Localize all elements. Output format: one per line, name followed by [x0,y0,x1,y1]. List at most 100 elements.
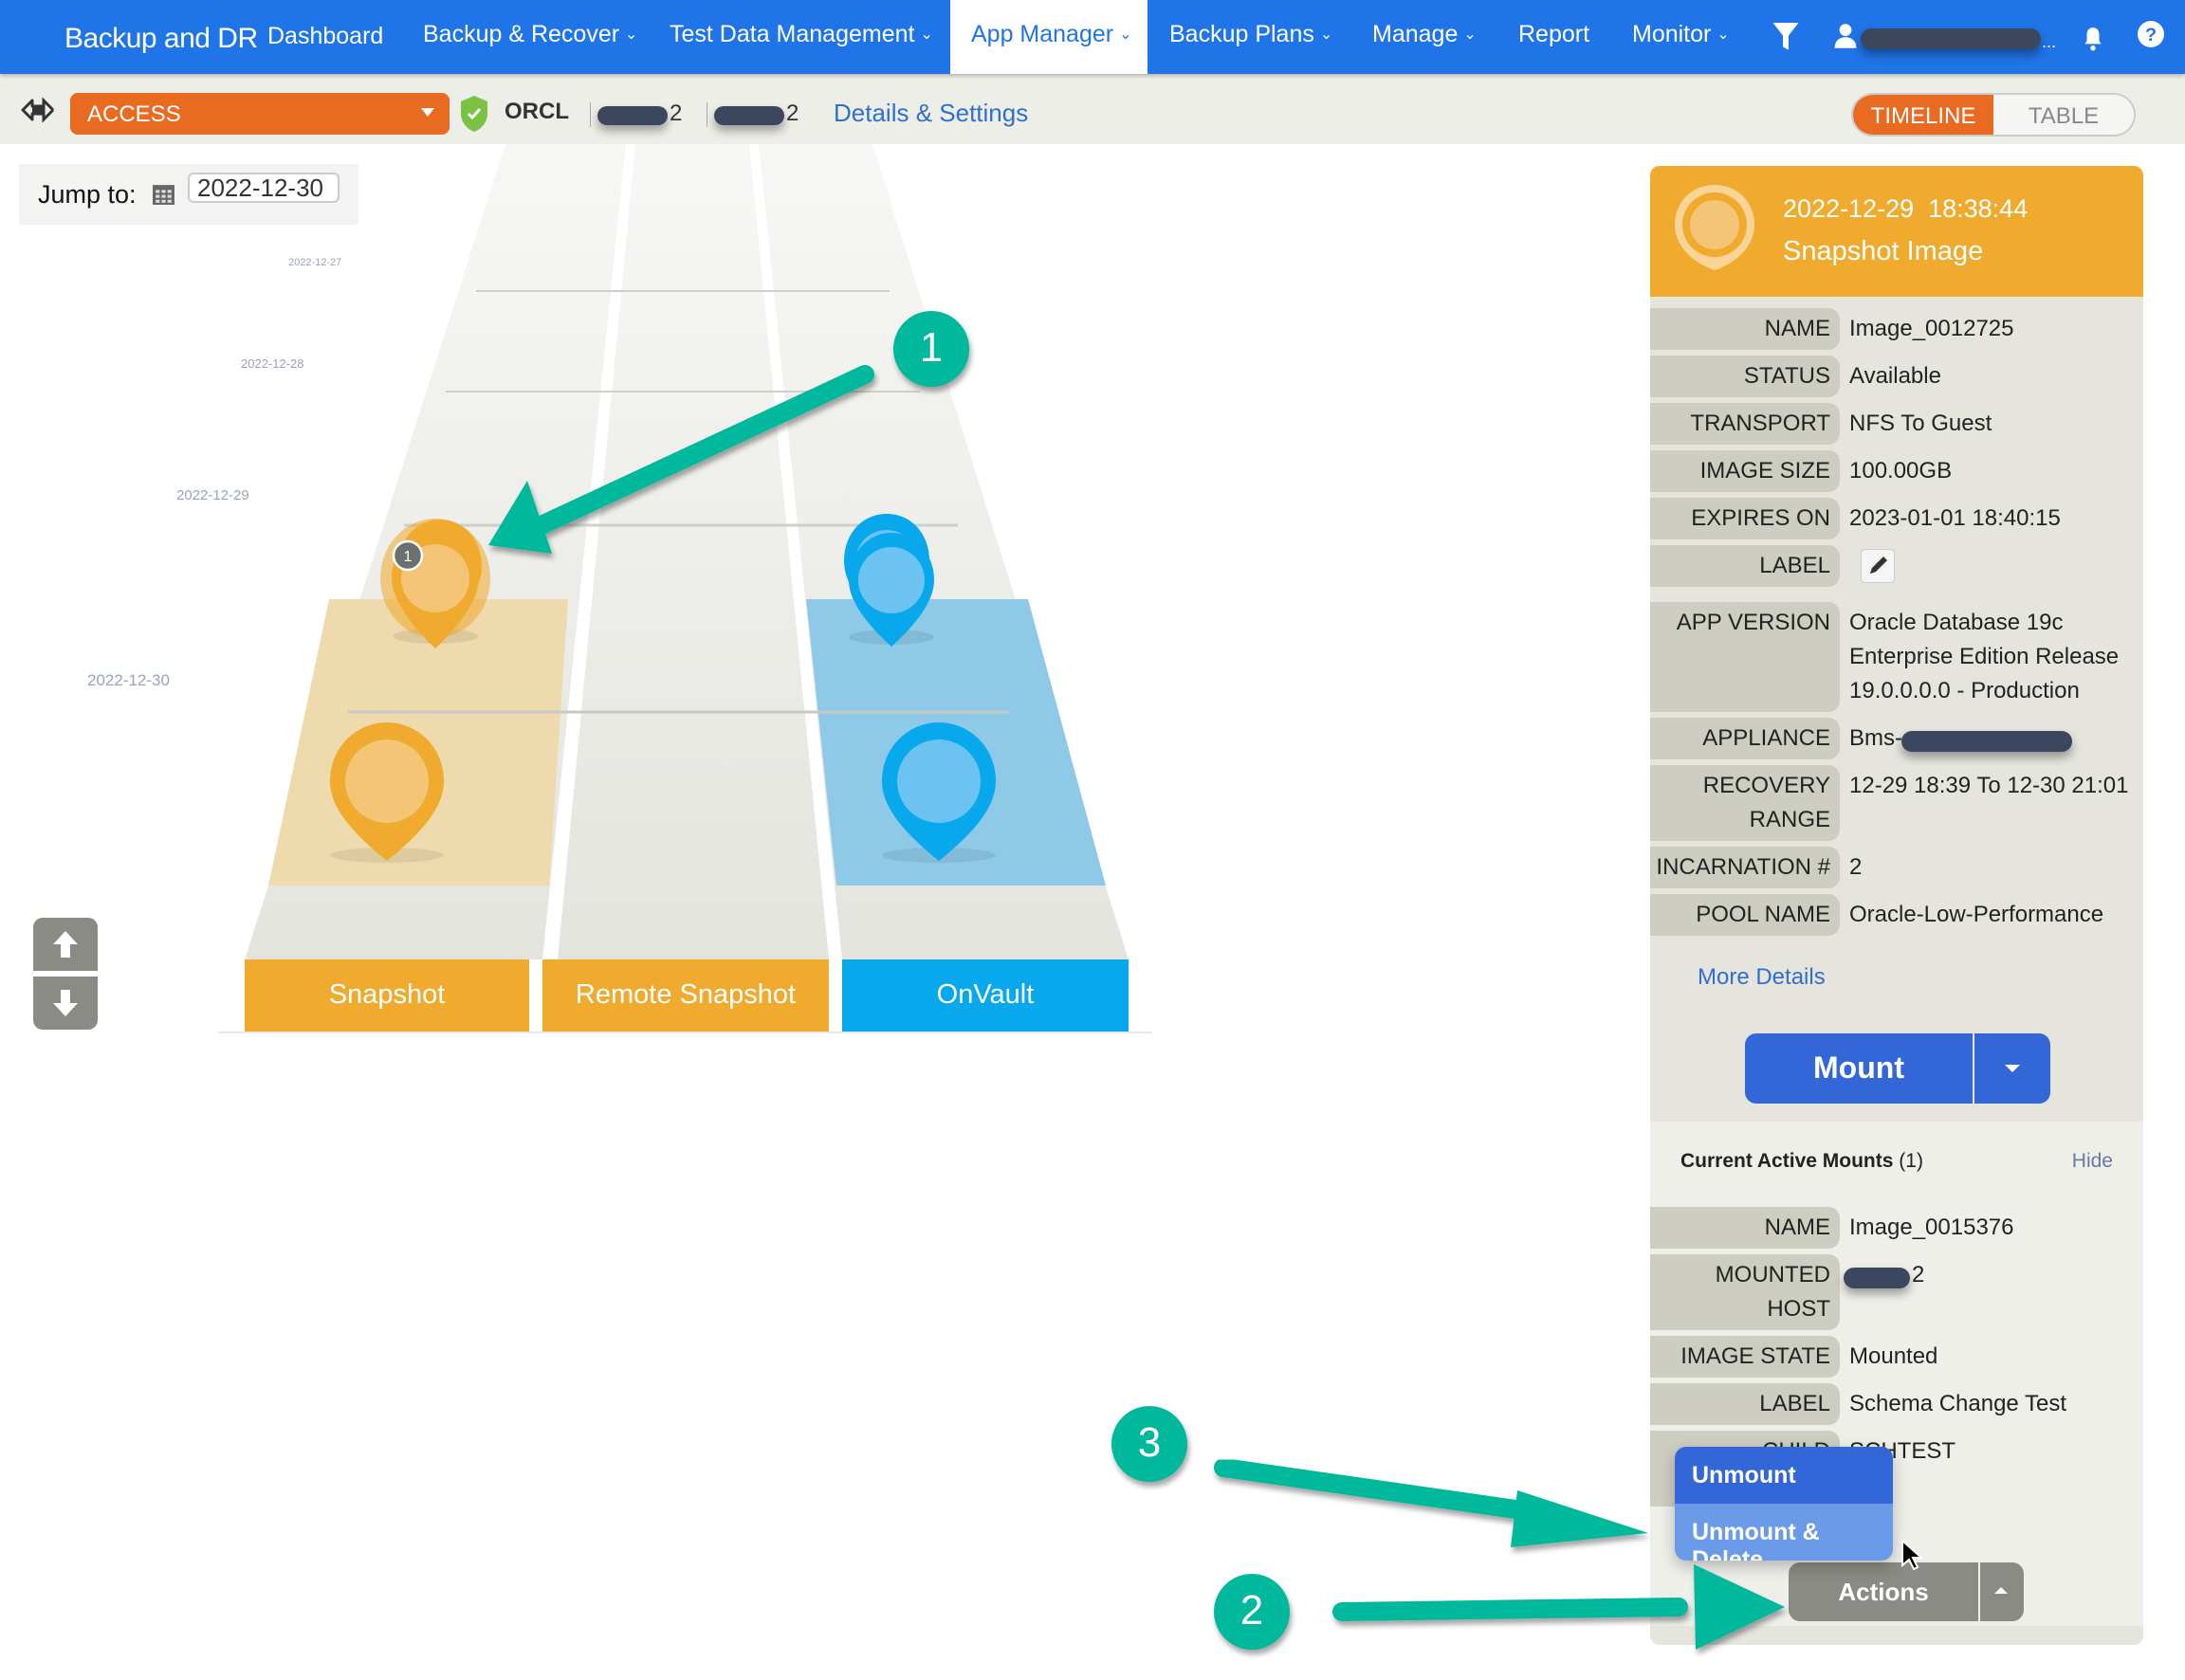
nav-dashboard[interactable]: Dashboard [267,23,383,50]
arrow-up-icon [53,931,78,958]
image-type: Snapshot Image [1783,236,1984,266]
jump-to-label: Jump to: [38,180,137,209]
callout-3: 3 [1111,1406,1187,1482]
filter-icon[interactable] [1772,21,1800,53]
timeline-view-button[interactable]: TIMELINE [1853,95,1993,135]
chevron-down-icon: ⌄ [1119,27,1132,43]
caret-down-icon [421,108,434,117]
arrow-3 [1214,1458,1648,1547]
field-pool-name: POOL NAME Oracle-Low-Performance [1650,894,2143,936]
field-app-version: APP VERSION Oracle Database 19c Enterpris… [1650,602,2143,712]
table-view-button[interactable]: TABLE [1993,95,2134,135]
nav-app-manager[interactable]: App Manager ⌄ [971,21,1132,48]
actions-button[interactable]: Actions [1789,1562,1978,1621]
field-key: APPLIANCE [1650,718,1840,759]
mouse-cursor-icon [1901,1539,1923,1571]
field-value: Oracle-Low-Performance [1849,902,2104,927]
more-details-link[interactable]: More Details [1698,964,1826,991]
user-icon[interactable] [1833,23,1858,49]
field-key: NAME [1650,308,1840,350]
jump-to-date-input[interactable] [188,173,340,203]
access-select[interactable]: ACCESS [70,93,450,135]
mount-button[interactable]: Mount [1745,1033,1973,1104]
field-appliance: APPLIANCE Bms- [1650,718,2143,759]
date-tick-label: 2022-12-29 [176,487,249,503]
brand-title: Backup and DR [64,23,258,54]
chevron-down-icon: ⌄ [1463,27,1477,43]
field-value: 2023-01-01 18:40:15 [1849,505,2061,531]
username-ellipsis: ... [2042,32,2057,51]
field-key: RECOVERY RANGE [1650,765,1840,841]
calendar-icon[interactable] [152,182,175,206]
field-key: IMAGE SIZE [1650,450,1840,492]
nav-label: Test Data Management [670,21,915,47]
nav-label: Manage [1372,21,1459,47]
divider [590,102,591,127]
svg-text:?: ? [2145,25,2157,46]
field-status: STATUS Available [1650,356,2143,397]
field-value: 2 [1912,1262,1925,1287]
field-transport: TRANSPORT NFS To Guest [1650,403,2143,445]
nav-test-data-management[interactable]: Test Data Management ⌄ [670,21,933,48]
mount-options-dropdown[interactable] [1974,1033,2050,1104]
nav-label: Monitor [1632,21,1712,47]
lane-snapshot[interactable]: Snapshot [245,959,529,1032]
field-expires-on: EXPIRES ON 2023-01-01 18:40:15 [1650,498,2143,539]
field-image-size: IMAGE SIZE 100.00GB [1650,450,2143,492]
image-datetime: 2022-12-29 18:38:44 [1783,194,2029,223]
nav-label: App Manager [971,21,1114,47]
mount-field-label: LABEL Schema Change Test [1650,1383,2143,1425]
image-details-header: 2022-12-29 18:38:44 Snapshot Image [1650,166,2143,297]
lane-onvault[interactable]: OnVault [842,959,1129,1032]
chevron-down-icon: ⌄ [920,27,933,43]
shield-check-icon [461,96,487,132]
active-mounts-count: (1) [1899,1150,1923,1172]
details-settings-link[interactable]: Details & Settings [834,99,1028,128]
redacted-host [597,106,668,125]
help-icon[interactable]: ? [2138,21,2164,47]
app-name: ORCL [505,99,569,124]
nav-backup-plans[interactable]: Backup Plans ⌄ [1169,21,1332,48]
date-tick-label: 2022-12-27 [288,257,342,268]
scroll-up-button[interactable] [33,918,98,971]
nav-app-manager-tab[interactable]: App Manager ⌄ [950,0,1148,74]
nav-monitor[interactable]: Monitor ⌄ [1632,21,1730,48]
nav-backup-recover[interactable]: Backup & Recover ⌄ [423,21,637,48]
field-value: Mounted [1849,1343,1938,1369]
active-mounts-title-text: Current Active Mounts [1680,1150,1894,1172]
field-value: 100.00GB [1849,458,1953,484]
field-key: EXPIRES ON [1650,498,1840,539]
field-value: Available [1849,363,1941,389]
field-key: MOUNTED HOST [1650,1254,1840,1330]
active-mounts-title: Current Active Mounts (1) [1680,1150,1923,1173]
app-toolbar: ACCESS ORCL 2 2 Details & Settings TIMEL… [0,74,2185,144]
field-name: NAME Image_0012725 [1650,308,2143,350]
scroll-down-button[interactable] [33,977,98,1030]
edit-label-button[interactable] [1861,549,1895,583]
access-select-value: ACCESS [87,101,181,127]
view-toggle: TIMELINE TABLE [1851,93,2136,137]
hide-mounts-link[interactable]: Hide [2072,1150,2113,1173]
redacted-host [714,106,784,125]
chevron-down-icon: ⌄ [1319,27,1333,43]
field-label: LABEL [1650,545,2143,587]
menu-item-unmount[interactable]: Unmount [1675,1447,1893,1504]
lane-remote-snapshot[interactable]: Remote Snapshot [542,959,829,1032]
image-details-panel: 2022-12-29 18:38:44 Snapshot Image NAME I… [1650,166,2143,1645]
bell-icon[interactable] [2083,27,2103,51]
menu-item-unmount-delete[interactable]: Unmount & Delete [1675,1504,1893,1561]
top-nav: Backup and DR Dashboard Backup & Recover… [0,0,2185,74]
field-recovery-range: RECOVERY RANGE 12-29 18:39 To 12-30 21:01 [1650,765,2143,841]
field-value: NFS To Guest [1849,411,1992,436]
jump-to-bar: Jump to: [19,164,358,225]
snapshot-pin-icon [1675,185,1754,270]
switch-app-icon[interactable] [19,95,57,125]
field-value: Image_0015376 [1849,1214,2014,1240]
actions-dropdown-toggle[interactable] [1980,1562,2024,1621]
field-key: POOL NAME [1650,894,1840,936]
caret-down-icon [2005,1065,2020,1072]
nav-report[interactable]: Report [1518,21,1589,48]
mount-field-name: NAME Image_0015376 [1650,1207,2143,1249]
nav-manage[interactable]: Manage ⌄ [1372,21,1477,48]
date-tick-label: 2022-12-30 [87,671,170,689]
